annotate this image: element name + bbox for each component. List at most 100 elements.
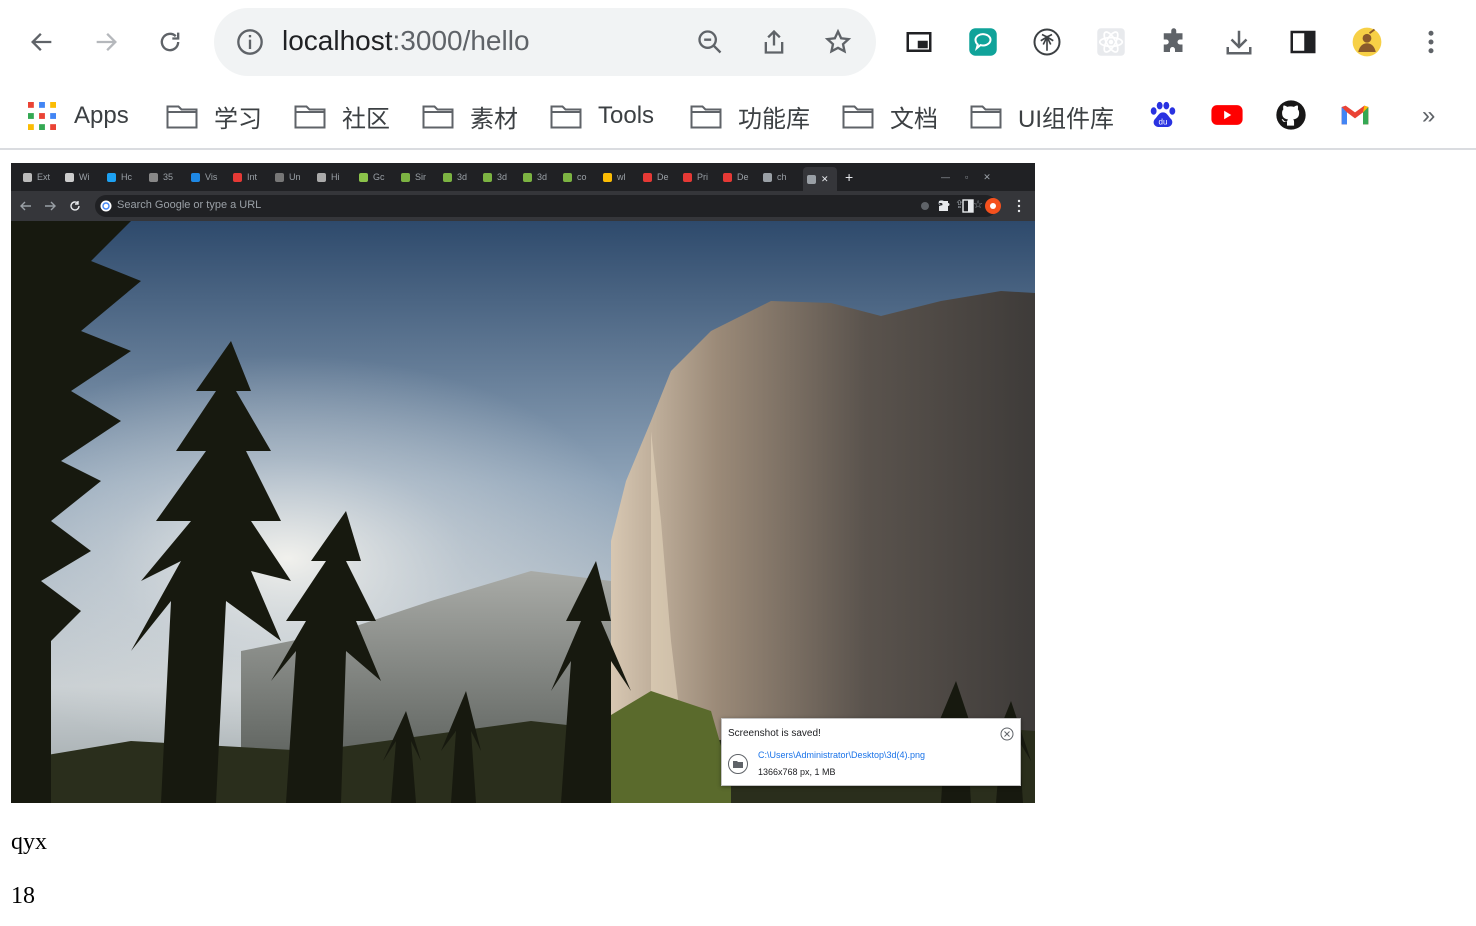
palm-extension-icon xyxy=(1033,28,1061,56)
bookmark-folder-label: 功能库 xyxy=(738,105,810,133)
bookmark-folder-label: 社区 xyxy=(342,105,390,133)
bookmark-folder-label: Tools xyxy=(598,102,655,129)
apps-grid-icon xyxy=(28,102,56,130)
zoom-icon[interactable] xyxy=(696,28,724,56)
bookmark-baidu[interactable]: du xyxy=(1146,98,1180,132)
embedded-tab: Hi xyxy=(317,169,340,185)
bookmark-folder-tools[interactable]: Tools xyxy=(550,96,654,136)
browser-toolbar: localhost:3000/hello xyxy=(0,0,1476,84)
name-text: qyx xyxy=(11,829,47,855)
share-icon[interactable] xyxy=(760,28,788,56)
react-devtools-button[interactable] xyxy=(1090,21,1132,63)
toast-file-path: C:\Users\Administrator\Desktop\3d(4).png xyxy=(758,750,926,760)
bookmark-folder-ui-components[interactable]: UI组件库 xyxy=(970,96,1114,136)
embedded-tab: 3d xyxy=(523,169,547,185)
download-button[interactable] xyxy=(1218,21,1260,63)
bookmark-folder-label: 学习 xyxy=(214,105,262,133)
bookmark-apps[interactable]: Apps xyxy=(28,96,129,136)
gmail-icon xyxy=(1341,105,1369,125)
folder-icon xyxy=(294,105,326,129)
embedded-tab: ch xyxy=(763,169,787,185)
baidu-icon: du xyxy=(1150,101,1176,127)
folder-icon xyxy=(842,105,874,129)
bookmark-folder-libraries[interactable]: 功能库 xyxy=(690,96,810,136)
embedded-window-controls: — ▫ ✕ xyxy=(941,171,991,182)
youtube-icon xyxy=(1211,105,1243,125)
embedded-tab: wl xyxy=(603,169,626,185)
picture-in-picture-button[interactable] xyxy=(898,21,940,63)
embedded-tab: Hc xyxy=(107,169,132,185)
folder-icon xyxy=(690,105,722,129)
embedded-tab: 3d xyxy=(483,169,507,185)
screenshot-saved-toast: Screenshot is saved! C:\Users\Administra… xyxy=(721,718,1021,786)
embedded-tab: Pri xyxy=(683,169,708,185)
bookmark-youtube[interactable] xyxy=(1210,98,1244,132)
yosemite-landscape-photo xyxy=(11,221,1035,803)
puzzle-icon xyxy=(1163,28,1183,52)
kebab-menu-icon xyxy=(1428,30,1434,54)
bookmark-folder-community[interactable]: 社区 xyxy=(294,96,390,136)
extensions-button[interactable] xyxy=(1154,21,1196,63)
bookmark-apps-label: Apps xyxy=(74,102,129,129)
svg-text:du: du xyxy=(1159,117,1168,126)
info-icon[interactable] xyxy=(236,28,264,56)
embedded-tab: De xyxy=(723,169,749,185)
folder-icon xyxy=(166,105,198,129)
embedded-active-tab: ✕ xyxy=(803,167,837,191)
palm-extension-button[interactable] xyxy=(1026,21,1068,63)
bookmark-gmail[interactable] xyxy=(1338,98,1372,132)
bookmarks-bar: Apps 学习 社区 素材 Tools 功能库 文档 UI组件库 du » xyxy=(0,84,1476,150)
embedded-tab: Gc xyxy=(359,169,385,185)
chat-extension-button[interactable] xyxy=(962,21,1004,63)
folder-icon xyxy=(728,754,748,774)
star-icon[interactable] xyxy=(824,28,852,56)
download-icon xyxy=(1226,30,1252,55)
google-g-icon xyxy=(100,200,112,212)
embedded-tab: Int xyxy=(233,169,257,185)
embedded-nav-icons xyxy=(20,201,80,211)
chrome-menu-button[interactable] xyxy=(1410,21,1452,63)
side-panel-button[interactable] xyxy=(1282,21,1324,63)
close-icon xyxy=(1000,727,1014,741)
bookmark-github[interactable] xyxy=(1274,98,1308,132)
bookmarks-overflow-button[interactable]: » xyxy=(1422,96,1435,136)
embedded-tab-strip: Ext Wi Hc 35 Vis Int Un Hi Gc Sir 3d 3d … xyxy=(11,163,1035,191)
folder-icon xyxy=(970,105,1002,129)
embedded-tab: co xyxy=(563,169,587,185)
screenshot-image: Ext Wi Hc 35 Vis Int Un Hi Gc Sir 3d 3d … xyxy=(11,163,1035,803)
embedded-tab: 3d xyxy=(443,169,467,185)
bookmark-folder-study[interactable]: 学习 xyxy=(166,96,262,136)
avatar[interactable] xyxy=(1346,21,1388,63)
folder-icon xyxy=(550,105,582,129)
url-path: :3000/hello xyxy=(392,25,530,56)
embedded-omnibox: Search Google or type a URL ⚲ ⇪ ☆ xyxy=(95,195,997,217)
back-button[interactable] xyxy=(20,20,64,64)
folder-icon xyxy=(422,105,454,129)
forward-button[interactable] xyxy=(84,20,128,64)
bookmark-folder-assets[interactable]: 素材 xyxy=(422,96,518,136)
age-text: 18 xyxy=(11,883,35,909)
avatar-icon xyxy=(1352,27,1382,57)
address-bar[interactable]: localhost:3000/hello xyxy=(214,8,876,76)
reload-button[interactable] xyxy=(148,20,192,64)
embedded-tab: Vis xyxy=(191,169,217,185)
reload-icon xyxy=(160,32,180,52)
embedded-omnibox-placeholder: Search Google or type a URL xyxy=(117,199,262,211)
chat-extension-icon xyxy=(969,28,997,56)
react-devtools-icon xyxy=(1097,28,1125,56)
embedded-tab: Sir xyxy=(401,169,426,185)
embedded-tab: Wi xyxy=(65,169,90,185)
arrow-left-icon xyxy=(31,33,52,51)
embedded-extension-icons xyxy=(921,198,1021,214)
arrow-right-icon xyxy=(96,33,117,51)
embedded-tab: De xyxy=(643,169,669,185)
embedded-tab: 35 xyxy=(149,169,173,185)
toast-title: Screenshot is saved! xyxy=(728,728,821,739)
url-text[interactable]: localhost:3000/hello xyxy=(282,25,530,57)
embedded-new-tab: + xyxy=(845,169,854,185)
bookmark-folder-label: 文档 xyxy=(890,105,938,133)
embedded-tab: Ext xyxy=(23,169,50,185)
bookmark-folder-docs[interactable]: 文档 xyxy=(842,96,938,136)
toast-file-meta: 1366x768 px, 1 MB xyxy=(758,767,836,777)
bookmark-folder-label: 素材 xyxy=(470,105,518,133)
